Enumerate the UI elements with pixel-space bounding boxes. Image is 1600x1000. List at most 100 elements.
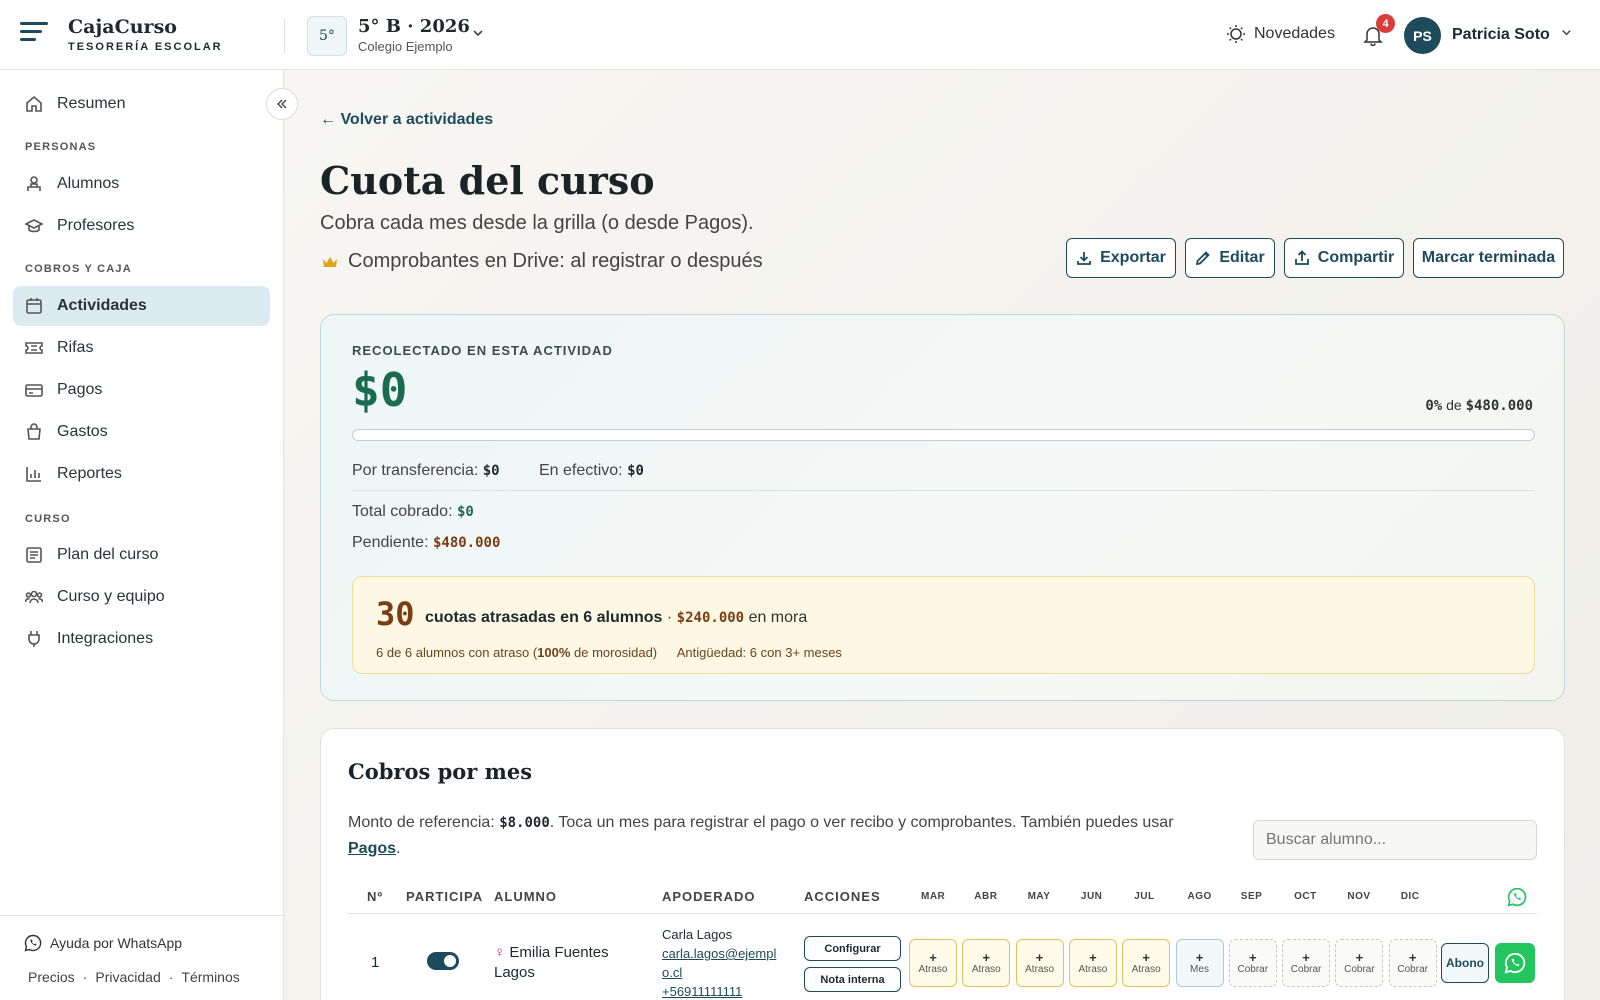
novedades-label: Novedades xyxy=(1254,25,1335,42)
collapse-sidebar-button[interactable] xyxy=(266,88,298,120)
plus-icon: + xyxy=(982,950,991,965)
brand-name: CajaCurso xyxy=(68,16,177,38)
col-header-n: Nº xyxy=(367,889,384,904)
month-cell-oct[interactable]: + Cobrar xyxy=(1282,939,1331,987)
sidebar-item-resumen[interactable]: Resumen xyxy=(13,84,270,124)
chevron-down-icon[interactable] xyxy=(1560,26,1573,42)
edit-button[interactable]: Editar xyxy=(1185,238,1275,278)
sidebar-item-equipo[interactable]: Curso y equipo xyxy=(13,577,270,617)
month-cell-ago[interactable]: + Mes xyxy=(1175,939,1224,987)
month-cell-label: Atraso xyxy=(1131,964,1161,975)
student-name[interactable]: ♀ Emilia Fuentes Lagos xyxy=(494,943,634,983)
configure-button[interactable]: Configurar xyxy=(804,936,901,961)
chart-icon xyxy=(26,467,41,482)
whatsapp-icon xyxy=(1504,952,1526,974)
month-cell-label: Cobrar xyxy=(1397,964,1428,975)
link-privacidad[interactable]: Privacidad xyxy=(95,969,160,985)
guardian-info: Carla Lagos carla.lagos@ejemplo.cl +5691… xyxy=(662,925,784,1000)
transfer-label: Por transferencia: xyxy=(352,462,479,479)
col-header-month-dic: DIC xyxy=(1400,891,1420,902)
guardian-phone[interactable]: +56911111111 xyxy=(662,982,784,1000)
menu-icon[interactable] xyxy=(20,22,48,44)
summary-card: RECOLECTADO EN ESTA ACTIVIDAD $0 0% de $… xyxy=(320,314,1565,701)
whatsapp-help-link[interactable]: Ayuda por WhatsApp xyxy=(24,934,182,952)
guardian-name: Carla Lagos xyxy=(662,927,733,942)
month-cell-label: Cobrar xyxy=(1290,964,1322,975)
month-cell-label: Atraso xyxy=(1025,964,1055,975)
plus-icon: + xyxy=(1249,950,1257,965)
sidebar-item-profesores[interactable]: Profesores xyxy=(13,206,270,246)
search-student-input[interactable] xyxy=(1253,820,1537,860)
sidebar-item-label: Profesores xyxy=(57,217,135,234)
month-cell-dic[interactable]: + Cobrar xyxy=(1388,939,1437,987)
separator: · xyxy=(168,969,174,985)
pagos-link[interactable]: Pagos xyxy=(348,840,396,857)
col-header-month-ago: AGO xyxy=(1187,891,1212,902)
overdue-text: cuotas atrasadas en 6 alumnos · $240.000… xyxy=(425,609,807,627)
brand-subtitle: TESORERÍA ESCOLAR xyxy=(68,41,223,53)
whatsapp-button[interactable] xyxy=(1495,943,1535,983)
sidebar-section-title: CURSO xyxy=(25,513,71,525)
participa-toggle[interactable] xyxy=(427,952,459,970)
mark-finished-button[interactable]: Marcar terminada xyxy=(1413,238,1564,278)
sidebar-item-alumnos[interactable]: Alumnos xyxy=(13,164,270,204)
detail-percent: 100% xyxy=(537,645,571,660)
sidebar-item-label: Gastos xyxy=(57,423,108,440)
total-value: $0 xyxy=(456,504,474,520)
ticket-icon xyxy=(25,342,43,354)
brand[interactable]: CajaCurso TESORERÍA ESCOLAR xyxy=(68,16,223,53)
month-cell-label: Mes xyxy=(1190,964,1209,975)
month-cell-label: Atraso xyxy=(971,964,1001,975)
pending-value: $480.000 xyxy=(432,535,501,551)
sidebar-item-integraciones[interactable]: Integraciones xyxy=(13,619,270,659)
sidebar-item-plan[interactable]: Plan del curso xyxy=(13,535,270,575)
export-button[interactable]: Exportar xyxy=(1066,238,1176,278)
sidebar-item-gastos[interactable]: Gastos xyxy=(13,412,270,452)
month-cell-abr[interactable]: + Atraso xyxy=(962,939,1011,987)
plus-icon: + xyxy=(1355,950,1364,965)
sidebar-item-pagos[interactable]: Pagos xyxy=(13,370,270,410)
course-title[interactable]: 5° B · 2026 xyxy=(358,16,470,37)
notification-badge: 4 xyxy=(1376,14,1395,33)
share-button[interactable]: Compartir xyxy=(1284,238,1404,278)
link-terminos[interactable]: Términos xyxy=(181,969,239,985)
month-cell-mar[interactable]: + Atraso xyxy=(909,939,957,987)
col-header-month-oct: OCT xyxy=(1294,891,1317,902)
month-cell-nov[interactable]: + Cobrar xyxy=(1335,939,1384,987)
col-header-alumno: ALUMNO xyxy=(494,889,558,904)
month-cell-sep[interactable]: + Cobrar xyxy=(1228,939,1277,987)
share-label: Compartir xyxy=(1317,249,1395,266)
internal-note-button[interactable]: Nota interna xyxy=(804,967,901,992)
calendar-icon xyxy=(26,298,42,314)
footer-links: Precios · Privacidad · Términos xyxy=(28,969,240,985)
plus-icon: + xyxy=(1089,950,1097,965)
plus-icon: + xyxy=(929,950,937,965)
chevron-down-icon[interactable] xyxy=(471,26,485,43)
abono-button[interactable]: Abono xyxy=(1441,943,1489,983)
link-precios[interactable]: Precios xyxy=(28,969,75,985)
monthly-payments-desc: Monto de referencia: $8.000. Toca un mes… xyxy=(348,810,1198,861)
student-name-text: Emilia Fuentes Lagos xyxy=(494,944,609,981)
cash-label: En efectivo: xyxy=(539,462,623,479)
course-school: Colegio Ejemplo xyxy=(358,39,453,54)
header-divider xyxy=(284,18,285,54)
pencil-icon xyxy=(1196,251,1211,266)
sidebar-item-reportes[interactable]: Reportes xyxy=(13,454,270,494)
sidebar-item-actividades[interactable]: Actividades xyxy=(13,286,270,326)
list-icon xyxy=(26,547,42,563)
download-icon xyxy=(1077,252,1091,265)
avatar[interactable]: PS xyxy=(1404,17,1441,54)
sidebar-item-rifas[interactable]: Rifas xyxy=(13,328,270,368)
guardian-email[interactable]: carla.lagos@ejemplo.cl xyxy=(662,944,784,982)
home-icon xyxy=(26,95,42,112)
user-name[interactable]: Patricia Soto xyxy=(1452,26,1550,44)
month-cell-jul[interactable]: + Atraso xyxy=(1122,939,1171,987)
novedades-button[interactable]: Novedades xyxy=(1226,24,1335,44)
sidebar-footer-divider xyxy=(0,915,284,916)
month-cell-jun[interactable]: + Atraso xyxy=(1068,939,1117,987)
export-label: Exportar xyxy=(1100,249,1166,266)
back-to-activities-link[interactable]: ← Volver a actividades xyxy=(320,111,493,129)
chevrons-left-icon xyxy=(277,99,287,109)
month-cell-may[interactable]: + Atraso xyxy=(1015,939,1064,987)
separator: · xyxy=(666,609,673,626)
